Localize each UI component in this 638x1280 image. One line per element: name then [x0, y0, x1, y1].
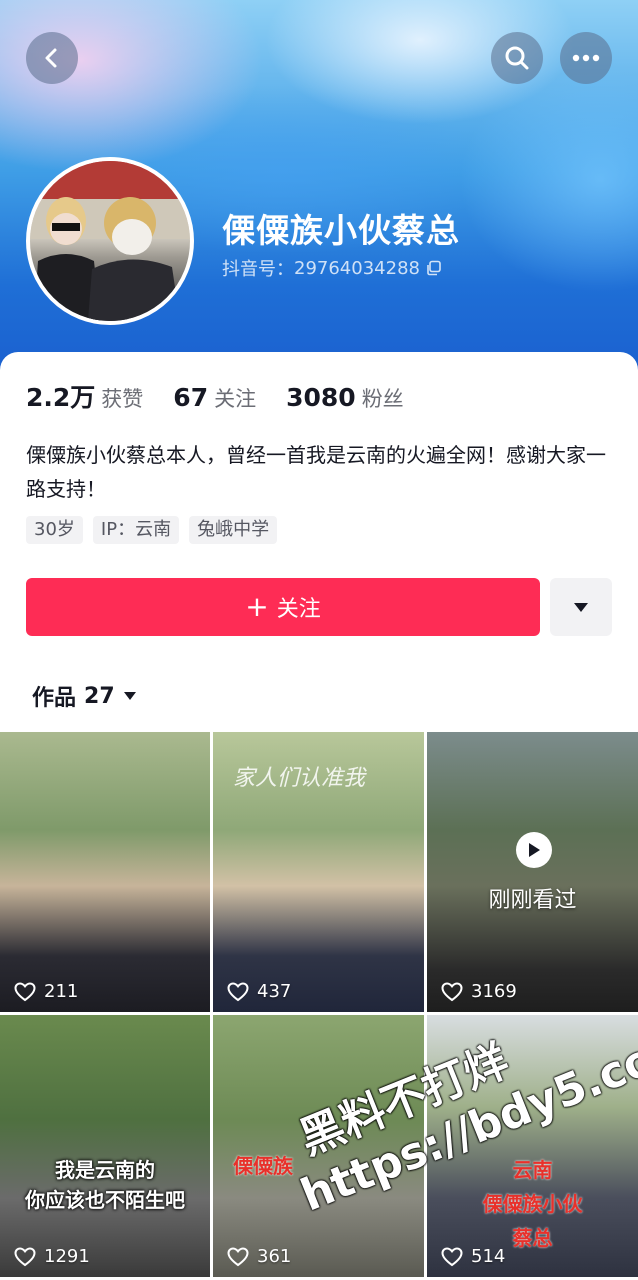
recently-viewed-label: 刚刚看过: [488, 888, 577, 913]
stat-followers[interactable]: 3080 粉丝: [286, 383, 404, 413]
heart-icon: [14, 1246, 36, 1266]
stat-following[interactable]: 67 关注: [173, 383, 256, 413]
profile-bio: 傈僳族小伙蔡总本人，曾经一首我是云南的火遍全网！感谢大家一路支持！: [26, 443, 606, 501]
copy-icon[interactable]: [426, 260, 442, 276]
stat-followers-value: 3080: [286, 383, 356, 412]
video-likes: 211: [14, 981, 78, 1002]
works-label: 作品: [32, 686, 77, 711]
profile-name: 傈僳族小伙蔡总: [222, 211, 460, 250]
video-likes-count: 1291: [44, 1246, 90, 1267]
douyin-id-label: 抖音号：: [222, 259, 294, 280]
heart-icon: [227, 1246, 249, 1266]
heart-icon: [227, 981, 249, 1001]
heart-icon: [441, 981, 463, 1001]
stats-row: 2.2万 获赞 67 关注 3080 粉丝: [26, 378, 434, 414]
video-caption: 我是云南的 你应该也不陌生吧: [0, 1155, 210, 1215]
video-caption-line: 你应该也不陌生吧: [25, 1188, 185, 1212]
more-button[interactable]: [560, 32, 612, 84]
stat-likes[interactable]: 2.2万 获赞: [26, 378, 143, 414]
video-likes-count: 437: [257, 981, 292, 1002]
video-tile[interactable]: 家人们认准我 437: [213, 732, 424, 1012]
play-icon: [516, 832, 552, 868]
video-tile[interactable]: 211: [0, 732, 210, 1012]
video-likes-count: 361: [257, 1246, 292, 1267]
stat-following-value: 67: [173, 383, 209, 412]
stat-likes-value: 2.2万: [26, 383, 96, 412]
profile-tags: 30岁 IP：云南 兔峨中学: [26, 516, 278, 544]
recommend-dropdown-button[interactable]: [550, 578, 612, 636]
video-caption-line: 我是云南的: [55, 1158, 155, 1182]
caret-down-icon: [574, 603, 588, 612]
avatar[interactable]: [26, 157, 194, 325]
tag-ip-location: IP：云南: [92, 516, 180, 544]
profile-banner: 傈僳族小伙蔡总 抖音号： 29764034288: [0, 0, 638, 380]
avatar-photo: [30, 161, 190, 321]
douyin-id-value: 29764034288: [294, 257, 420, 279]
video-overlay-text: 家人们认准我: [233, 766, 366, 791]
search-icon: [505, 46, 529, 70]
video-likes-count: 514: [471, 1246, 506, 1267]
video-likes: 437: [227, 981, 291, 1002]
tag-age: 30岁: [26, 516, 83, 544]
video-likes: 514: [441, 1246, 505, 1267]
tag-school[interactable]: 兔峨中学: [189, 516, 278, 544]
more-dots-icon: [572, 54, 600, 62]
video-likes-count: 211: [44, 981, 79, 1002]
plus-icon: +: [245, 590, 269, 623]
video-likes: 3169: [441, 981, 517, 1002]
douyin-id-row[interactable]: 抖音号： 29764034288: [222, 255, 442, 281]
back-button[interactable]: [26, 32, 78, 84]
follow-label: 关注: [276, 597, 321, 622]
video-tile[interactable]: 我是云南的 你应该也不陌生吧 1291: [0, 1015, 210, 1277]
video-tile[interactable]: 刚刚看过 3169: [427, 732, 638, 1012]
search-button[interactable]: [491, 32, 543, 84]
follow-button[interactable]: + 关注: [26, 578, 540, 636]
video-likes-count: 3169: [471, 981, 517, 1002]
heart-icon: [14, 981, 36, 1001]
video-likes: 1291: [14, 1246, 90, 1267]
video-caption-line: 傈僳族小伙: [482, 1192, 583, 1216]
stat-following-label: 关注: [214, 387, 257, 411]
tab-works[interactable]: 作品 27: [32, 680, 137, 712]
stat-likes-label: 获赞: [101, 387, 144, 411]
caret-down-icon: [123, 692, 136, 700]
video-caption: 云南 傈僳族小伙 蔡总: [427, 1153, 638, 1255]
heart-icon: [441, 1246, 463, 1266]
back-arrow-icon: [45, 48, 57, 68]
works-count: 27: [84, 683, 115, 709]
stat-followers-label: 粉丝: [361, 387, 404, 411]
video-likes: 361: [227, 1246, 291, 1267]
